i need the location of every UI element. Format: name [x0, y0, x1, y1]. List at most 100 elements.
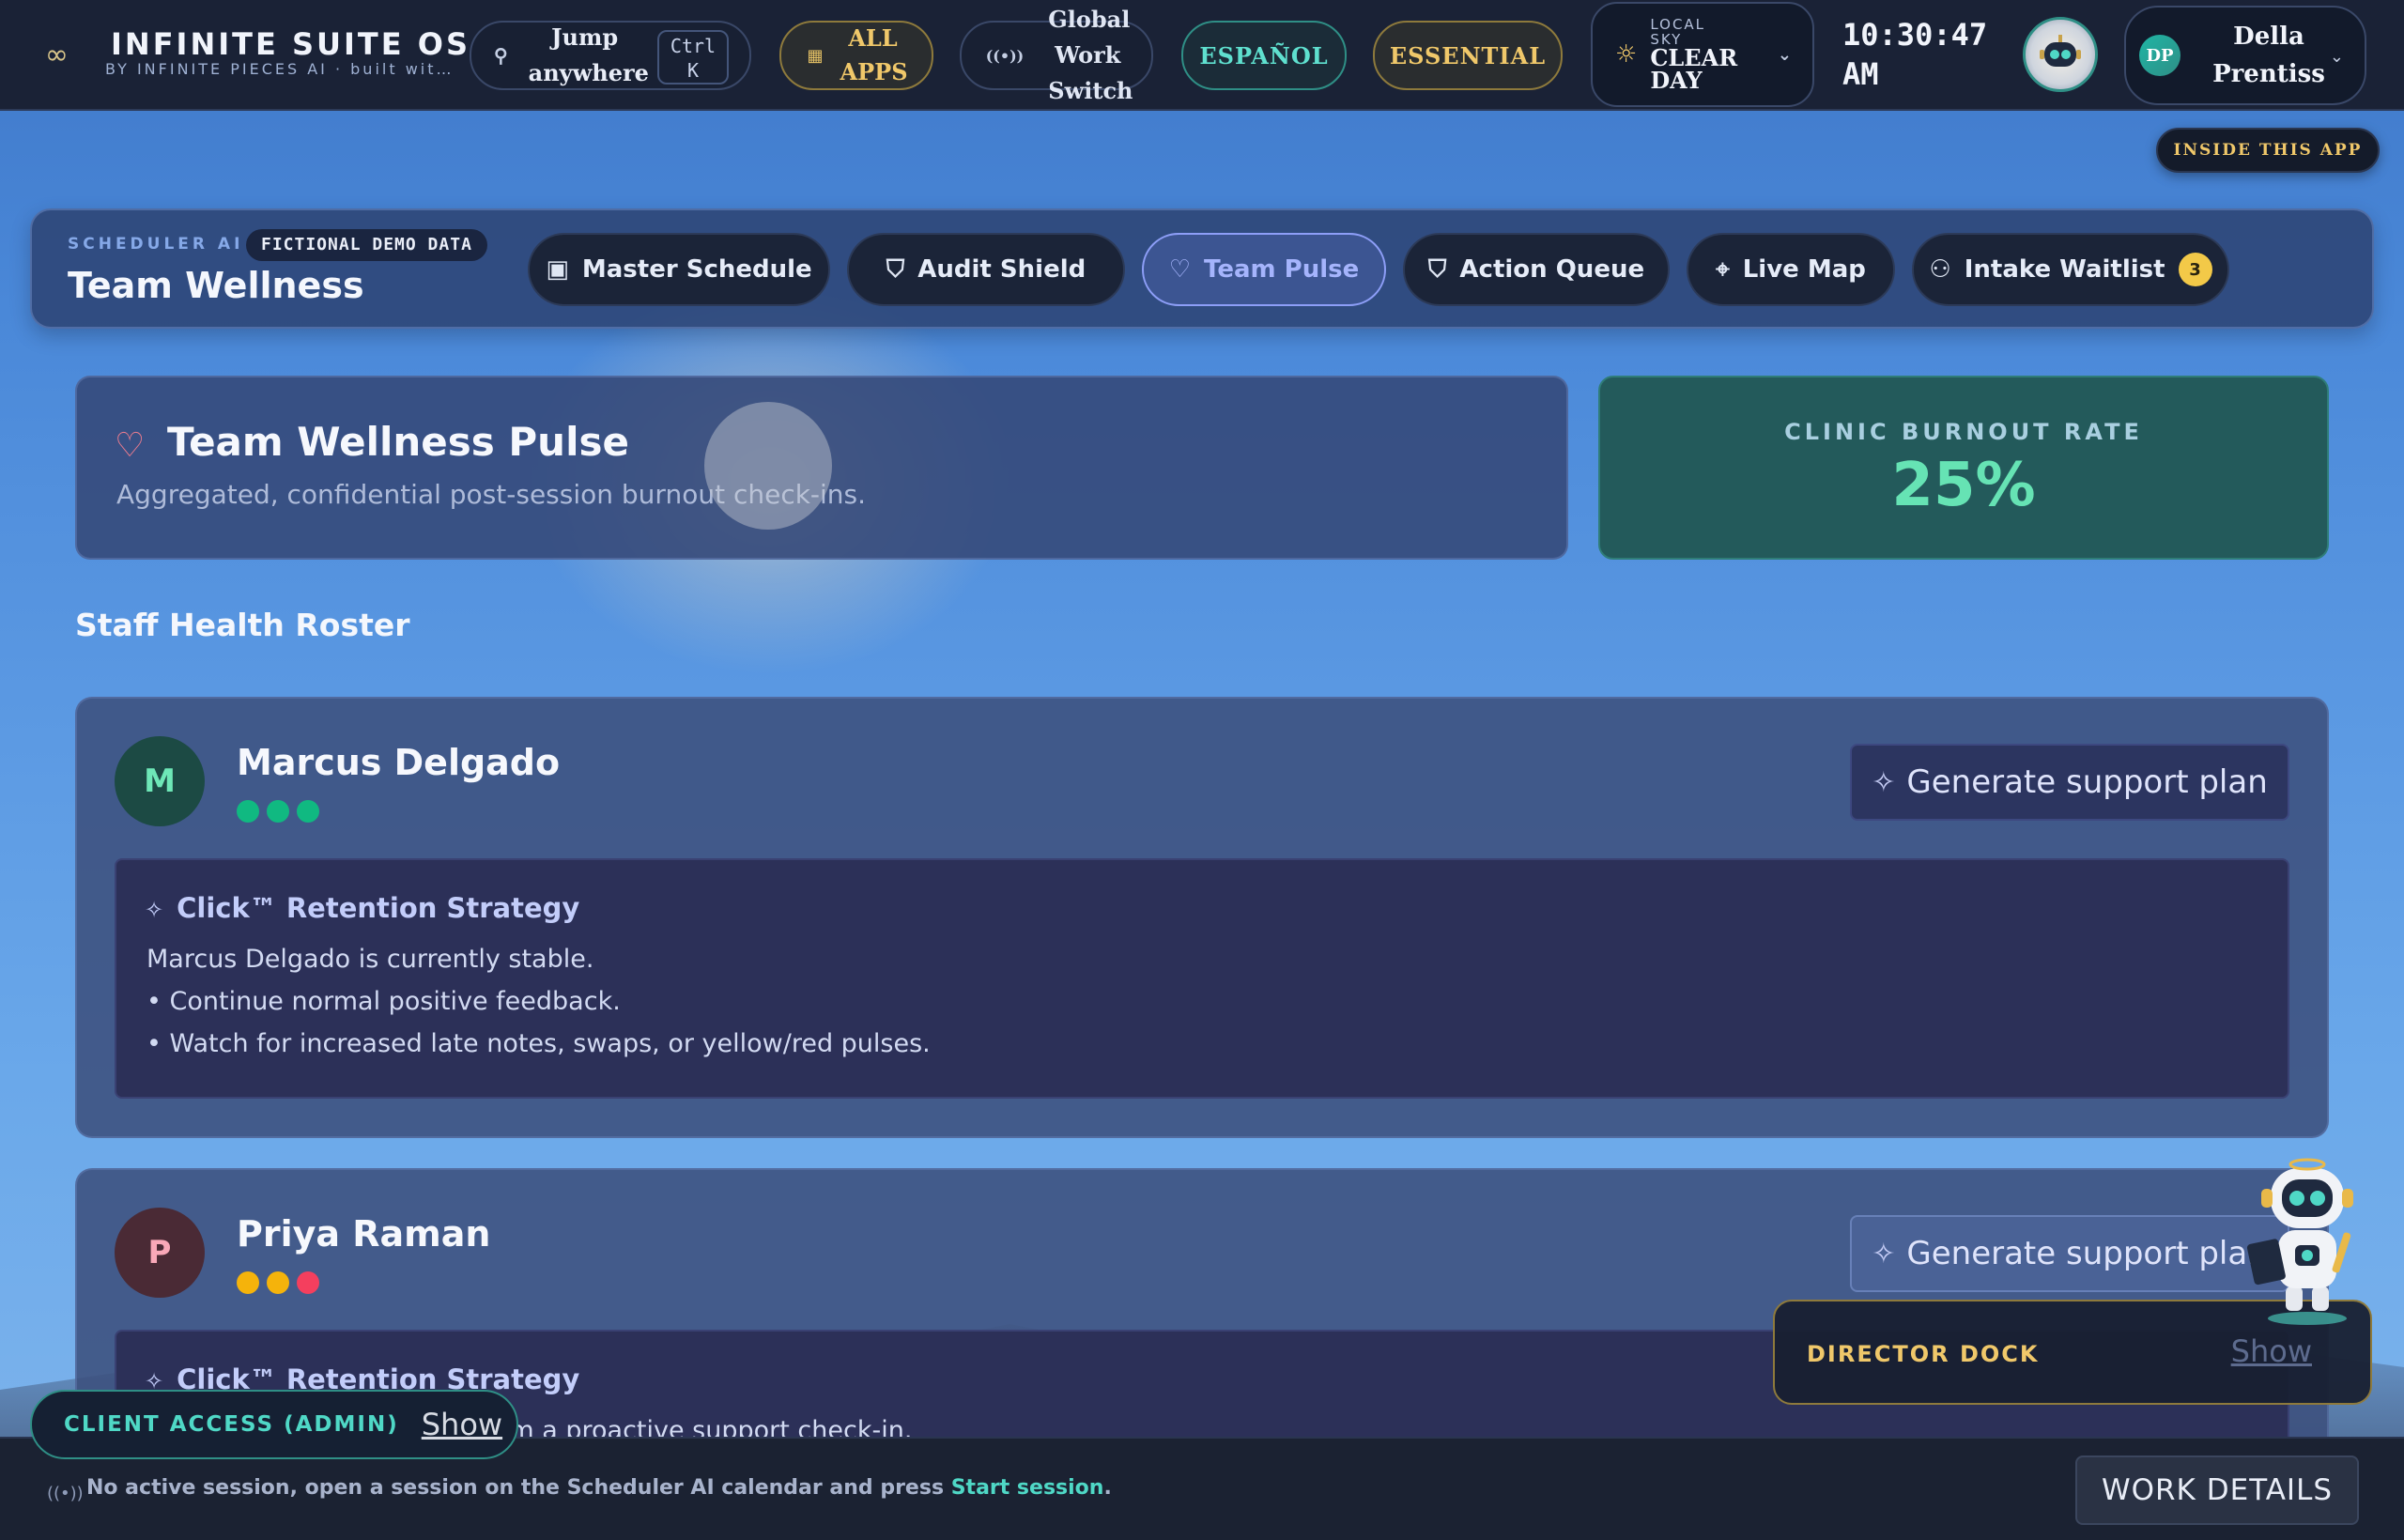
- sparkles-icon: ✧: [145, 897, 164, 923]
- avatar: M: [115, 736, 205, 826]
- tab-label: Audit Shield: [917, 255, 1086, 284]
- sun-icon: ☼: [1615, 40, 1638, 69]
- start-session-link[interactable]: Start session: [951, 1476, 1104, 1500]
- avatar: DP: [2139, 35, 2181, 76]
- burnout-label: CLINIC BURNOUT RATE: [1784, 419, 2143, 445]
- status-suffix: .: [1103, 1476, 1112, 1500]
- strategy-line: • Continue normal positive feedback.: [146, 987, 621, 1016]
- broadcast-icon: ((•)): [985, 46, 1025, 65]
- tab-master-schedule[interactable]: ▣ Master Schedule: [528, 233, 830, 306]
- staff-card: M Marcus Delgado ✧ Generate support plan…: [75, 697, 2329, 1138]
- pulse-dot-green: [267, 800, 289, 823]
- heart-pulse-icon: ♡: [115, 426, 146, 465]
- tab-label: Master Schedule: [581, 255, 812, 284]
- work-details-button[interactable]: WORK DETAILS: [2075, 1455, 2359, 1525]
- shield-alert-icon: ⛉: [1427, 254, 1447, 284]
- strategy-title-text: Click™ Retention Strategy: [177, 892, 580, 924]
- demo-data-badge: FICTIONAL DEMO DATA: [246, 229, 487, 261]
- assistant-robot-icon[interactable]: [2023, 17, 2098, 92]
- all-apps-button[interactable]: ▦ ALL APPS: [779, 21, 933, 90]
- heart-pulse-icon: ♡: [1168, 255, 1192, 284]
- roster-title: Staff Health Roster: [75, 607, 410, 643]
- strategy-line: • Watch for increased late notes, swaps,…: [146, 1029, 931, 1058]
- jump-label: Jump anywhere: [528, 23, 649, 86]
- chevron-down-icon: ⌄: [2329, 47, 2344, 67]
- pulse-dot-red: [297, 1271, 319, 1294]
- pulse-dot-yellow: [237, 1271, 259, 1294]
- generate-support-plan-button[interactable]: ✧ Generate support plan: [1850, 1215, 2289, 1292]
- tab-intake-waitlist[interactable]: ⚇ Intake Waitlist 3: [1912, 233, 2229, 306]
- weather-text: LOCAL SKY CLEAR DAY: [1650, 17, 1744, 92]
- tab-live-map[interactable]: ⌖ Live Map: [1687, 233, 1895, 306]
- infinity-logo-icon: ∞: [45, 38, 69, 71]
- client-access-show-link[interactable]: Show: [422, 1407, 502, 1442]
- tier-label: ESSENTIAL: [1389, 41, 1547, 69]
- chevron-down-icon: ⌄: [1777, 45, 1792, 65]
- global-work-switch-button[interactable]: ((•)) Global Work Switch: [960, 6, 1153, 104]
- keyboard-shortcut: Ctrl K: [657, 30, 729, 85]
- pulse-dots: [237, 800, 327, 823]
- user-menu[interactable]: DP Della Prentiss ⌄: [2124, 6, 2366, 105]
- strategy-title: ✧ Click™ Retention Strategy: [145, 892, 579, 924]
- shield-check-icon: ⛉: [886, 254, 905, 284]
- tab-team-pulse[interactable]: ♡ Team Pulse: [1142, 233, 1386, 306]
- inside-this-app-button[interactable]: INSIDE THIS APP: [2156, 128, 2380, 173]
- grid-icon: ▦: [807, 45, 824, 66]
- map-pin-icon: ⌖: [1716, 254, 1730, 284]
- pulse-title: Team Wellness Pulse: [167, 419, 629, 465]
- status-text: No active session, open a session on the…: [86, 1476, 951, 1500]
- tier-button[interactable]: ESSENTIAL: [1373, 21, 1563, 90]
- broadcast-icon: ((•)): [47, 1484, 84, 1503]
- top-bar: ∞ INFINITE SUITE OS BY INFINITE PIECES A…: [0, 0, 2404, 111]
- burnout-rate-card: CLINIC BURNOUT RATE 25%: [1598, 376, 2329, 560]
- sparkles-icon: ✧: [1872, 1237, 1896, 1270]
- pulse-dot-green: [297, 800, 319, 823]
- cursor-indicator: [704, 402, 832, 530]
- tab-label: Live Map: [1742, 255, 1866, 284]
- staff-name: Marcus Delgado: [237, 742, 561, 783]
- session-status: No active session, open a session on the…: [86, 1476, 1112, 1500]
- calendar-icon: ▣: [546, 255, 569, 284]
- user-name: Della Prentiss: [2212, 23, 2325, 88]
- tab-label: Team Pulse: [1204, 255, 1360, 284]
- burnout-value: 25%: [1891, 451, 2036, 520]
- weather-value: CLEAR DAY: [1650, 44, 1738, 94]
- robot-mascot-icon: [2246, 1158, 2353, 1325]
- robot-face-icon: [2040, 35, 2081, 67]
- client-access-label: CLIENT ACCESS (ADMIN): [64, 1412, 399, 1437]
- scheduler-header: SCHEDULER AI FICTIONAL DEMO DATA Team We…: [30, 208, 2374, 329]
- client-access-toggle[interactable]: CLIENT ACCESS (ADMIN) Show: [30, 1390, 518, 1459]
- staff-name: Priya Raman: [237, 1213, 491, 1255]
- strategy-line: Marcus Delgado is currently stable.: [146, 945, 594, 974]
- generate-label: Generate support plan: [1906, 763, 2268, 801]
- director-dock-show-link[interactable]: Show: [2231, 1333, 2312, 1369]
- brand-subtitle: BY INFINITE PIECES AI · built with care: [105, 60, 453, 78]
- pulse-dots: [237, 1271, 327, 1294]
- language-label: ESPAÑOL: [1199, 41, 1329, 69]
- app-eyebrow: SCHEDULER AI: [68, 235, 244, 254]
- user-plus-icon: ⚇: [1929, 255, 1951, 284]
- search-icon: ⚲: [494, 44, 508, 67]
- all-apps-label: ALL APPS: [840, 24, 908, 85]
- clock: 10:30:47 AM: [1842, 17, 1988, 92]
- tab-label: Action Queue: [1459, 255, 1645, 284]
- retention-strategy-box: ✧ Click™ Retention Strategy Marcus Delgad…: [115, 858, 2289, 1099]
- pulse-dot-yellow: [267, 1271, 289, 1294]
- wellness-pulse-card: ♡ Team Wellness Pulse Aggregated, confid…: [75, 376, 1568, 560]
- weather-dropdown[interactable]: ☼ LOCAL SKY CLEAR DAY ⌄: [1591, 2, 1814, 107]
- weather-label: LOCAL SKY: [1650, 16, 1706, 48]
- brand-title: INFINITE SUITE OS: [111, 26, 470, 62]
- tab-audit-shield[interactable]: ⛉ Audit Shield: [847, 233, 1125, 306]
- pulse-dot-green: [237, 800, 259, 823]
- global-switch-label: Global Work Switch: [1048, 6, 1133, 104]
- tab-action-queue[interactable]: ⛉ Action Queue: [1403, 233, 1670, 306]
- tab-label: Intake Waitlist: [1964, 255, 2165, 284]
- avatar: P: [115, 1208, 205, 1298]
- generate-label: Generate support plan: [1906, 1235, 2268, 1272]
- waitlist-count-badge: 3: [2178, 253, 2212, 286]
- director-dock-label: DIRECTOR DOCK: [1807, 1341, 2040, 1367]
- generate-support-plan-button[interactable]: ✧ Generate support plan: [1850, 744, 2289, 821]
- language-toggle-button[interactable]: ESPAÑOL: [1181, 21, 1347, 90]
- jump-anywhere-button[interactable]: ⚲ Jump anywhere Ctrl K: [470, 21, 751, 90]
- sparkles-icon: ✧: [1872, 765, 1896, 799]
